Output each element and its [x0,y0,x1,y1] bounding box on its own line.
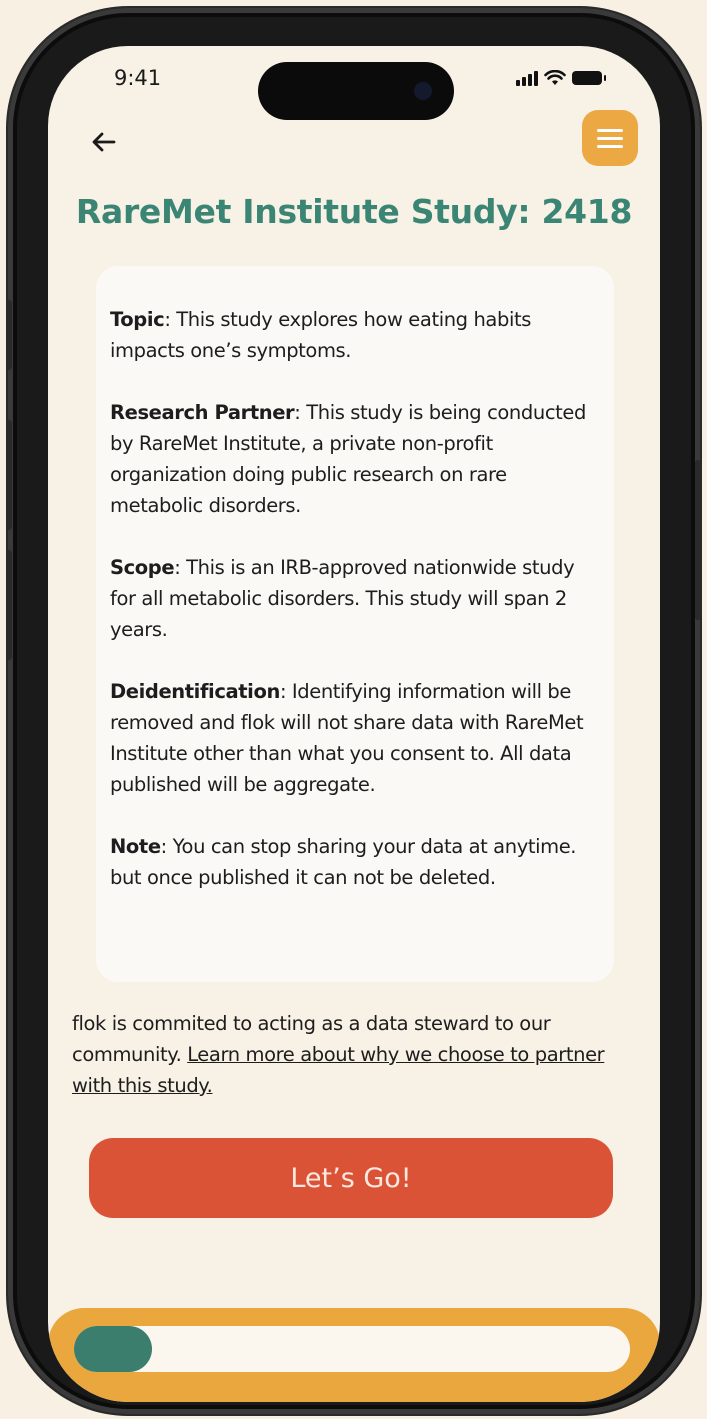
dynamic-island [258,62,454,120]
battery-icon [572,71,606,85]
arrow-left-icon [92,132,116,152]
note-paragraph: Note: You can stop sharing your data at … [110,831,600,893]
study-details-card: Topic: This study explores how eating ha… [96,266,614,982]
status-icons [516,70,606,86]
signal-icon [516,70,538,86]
deidentification-paragraph: Deidentification: Identifying informatio… [110,676,600,800]
scope-text: : This is an IRB-approved nationwide stu… [110,556,575,641]
wifi-icon [544,70,566,85]
partner-label: Research Partner [110,401,295,424]
topic-label: Topic [110,308,165,331]
back-button[interactable] [84,122,124,162]
deidentification-label: Deidentification [110,680,280,703]
hamburger-menu-icon [597,128,623,132]
app-screen: 9:41 RareMet Institute Study: 2418 Topic… [48,46,660,1402]
note-label: Note [110,835,161,858]
page-title: RareMet Institute Study: 2418 [75,192,633,231]
topic-text: : This study explores how eating habits … [110,308,531,362]
progress-track [74,1326,630,1372]
status-time: 9:41 [114,66,162,90]
menu-button[interactable] [582,110,638,166]
scope-paragraph: Scope: This is an IRB-approved nationwid… [110,552,600,645]
data-steward-statement: flok is commited to acting as a data ste… [72,1008,647,1101]
topic-paragraph: Topic: This study explores how eating ha… [110,304,600,366]
camera-icon [414,82,432,100]
side-button [6,300,12,370]
lets-go-button[interactable]: Let’s Go! [89,1138,613,1218]
side-button [695,460,701,620]
note-text: : You can stop sharing your data at anyt… [110,835,577,889]
bottom-progress-bar [48,1308,660,1402]
partner-paragraph: Research Partner: This study is being co… [110,397,600,521]
side-button [6,550,12,660]
side-button [6,420,12,530]
scope-label: Scope [110,556,175,579]
progress-fill [74,1326,152,1372]
